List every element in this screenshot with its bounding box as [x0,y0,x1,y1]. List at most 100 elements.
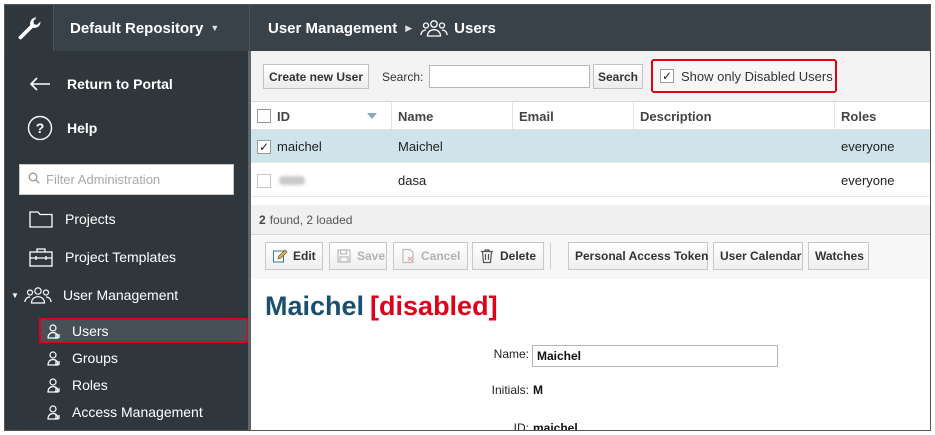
delete-label: Delete [500,249,537,263]
column-header-email[interactable]: Email [512,102,633,130]
arrow-left-icon [27,71,53,97]
app-window: Default Repository ▼ User Management ▶ U… [4,4,931,431]
show-disabled-users-checkbox[interactable]: ✓ Show only Disabled Users [651,59,837,93]
toolbox-icon [29,246,53,268]
sidebar: Return to Portal ? Help Filter Administr… [5,51,249,430]
cancel-label: Cancel [421,249,461,263]
filter-administration-input[interactable]: Filter Administration [19,164,234,195]
admin-wrench-icon[interactable] [5,5,54,51]
column-label: ID [277,108,290,124]
search-button[interactable]: Search [593,64,643,89]
watches-button[interactable]: Watches [808,242,869,270]
user-display-name: Maichel [265,291,365,321]
cell-id: maichel [277,139,322,154]
found-text: found, 2 loaded [269,212,353,227]
cancel-icon [400,248,416,264]
user-icon [45,350,63,366]
sidebar-item-user-management[interactable]: ▼ User Management [11,284,178,306]
sidebar-item-project-templates[interactable]: Project Templates [29,246,176,268]
checkbox-unchecked-icon[interactable] [257,173,271,188]
initials-field-label: Initials: [491,383,529,397]
column-header-name[interactable]: Name [391,102,512,130]
user-icon [45,404,63,420]
sidebar-item-groups[interactable]: Groups [39,345,249,370]
folder-icon [29,208,53,230]
delete-button[interactable]: Delete [472,242,544,270]
column-label: Description [640,108,712,124]
edit-icon [272,248,288,264]
save-label: Save [357,249,386,263]
table-header: ID Name Email Description Roles [251,102,930,130]
help-link[interactable]: ? Help [5,115,97,141]
sidebar-item-label: Users [72,322,109,339]
sidebar-item-label: Projects [65,211,116,227]
column-label: Email [519,108,554,124]
create-new-user-button[interactable]: Create new User [263,64,369,89]
users-icon [420,19,448,37]
select-all-checkbox[interactable] [257,109,271,123]
cell-id-obscured [279,164,305,197]
breadcrumb-section[interactable]: User Management [268,20,397,37]
table-row[interactable]: dasa everyone [251,164,930,197]
sidebar-item-projects[interactable]: Projects [29,208,116,230]
row-checkbox[interactable] [257,164,271,197]
breadcrumb-separator-icon: ▶ [405,22,413,33]
initials-value: M [533,383,543,397]
sidebar-item-users[interactable]: Users [39,318,249,343]
sidebar-item-roles[interactable]: Roles [39,372,249,397]
sidebar-item-access-management[interactable]: Access Management [39,399,249,424]
id-field-label: ID: [513,421,529,431]
column-header-id[interactable]: ID [251,102,391,130]
edit-button[interactable]: Edit [265,242,323,270]
cell-name: dasa [398,173,427,188]
page-title: Users [454,19,496,37]
users-icon [23,284,53,306]
user-actions-bar: Edit Save Cancel Delete Personal Access … [251,235,930,279]
cell-name: Maichel [398,139,443,154]
cell-roles: everyone [841,139,895,154]
search-input[interactable] [429,65,590,88]
breadcrumb: User Management ▶ Users [251,5,496,51]
checkbox-checked-icon[interactable]: ✓ [257,139,271,154]
save-icon [336,248,352,264]
user-detail-title: Maichel [disabled] [265,291,498,322]
return-to-portal-link[interactable]: Return to Portal [5,71,173,97]
repository-selector[interactable]: Default Repository ▼ [55,5,250,51]
chevron-down-icon: ▼ [210,23,220,33]
redacted-text [279,176,305,185]
edit-label: Edit [293,249,316,263]
found-count: 2 [259,212,266,227]
id-value: maichel [533,421,578,431]
users-toolbar: Create new User Search: Search ✓ Show on… [251,51,930,102]
name-field[interactable] [532,345,778,367]
repository-name: Default Repository [70,19,204,37]
user-calendar-button[interactable]: User Calendar [713,242,803,270]
sidebar-item-label: Project Templates [65,249,177,265]
sidebar-header: Return to Portal ? Help [5,51,248,160]
column-header-roles[interactable]: Roles [834,102,930,130]
checkbox-checked-icon[interactable]: ✓ [660,69,674,83]
sidebar-item-label: Roles [72,376,108,393]
toolbar-divider [550,243,551,269]
search-label: Search: [382,70,424,84]
column-header-description[interactable]: Description [633,102,834,130]
user-icon [45,323,63,339]
sidebar-item-label: User Management [63,287,179,303]
table-row[interactable]: ✓ maichel Maichel everyone [251,130,930,163]
svg-text:?: ? [36,120,45,136]
chevron-down-icon: ▼ [11,290,19,300]
cancel-button[interactable]: Cancel [393,242,468,270]
help-label: Help [67,120,98,136]
search-icon [28,172,40,187]
help-icon: ? [27,115,53,141]
user-icon [45,377,63,393]
filter-placeholder: Filter Administration [46,172,161,187]
main-panel: Create new User Search: Search ✓ Show on… [251,51,930,431]
personal-access-token-button[interactable]: Personal Access Token [568,242,708,270]
result-count: 2 found, 2 loaded [251,205,930,235]
disabled-status-flag: [disabled] [370,291,498,321]
row-checkbox[interactable]: ✓ [257,130,271,163]
top-bar: Default Repository ▼ User Management ▶ U… [5,5,930,51]
save-button[interactable]: Save [329,242,387,270]
sidebar-item-label: Groups [72,349,118,366]
